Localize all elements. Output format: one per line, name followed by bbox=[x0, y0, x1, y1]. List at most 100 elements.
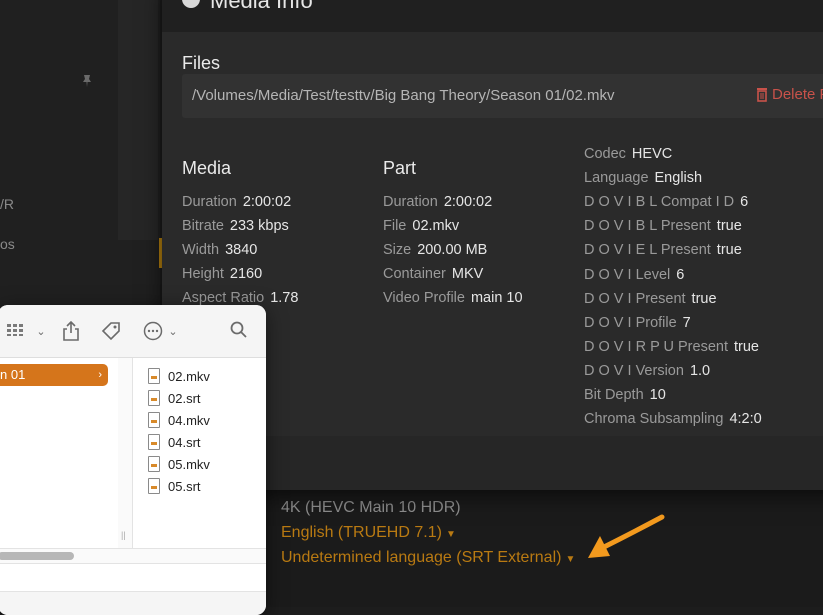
document-icon bbox=[148, 456, 160, 472]
file-item[interactable]: 04.mkv bbox=[148, 409, 210, 431]
file-item[interactable]: 02.srt bbox=[148, 387, 210, 409]
property-row: Container MKV bbox=[383, 266, 483, 282]
trash-icon bbox=[757, 88, 767, 102]
chevron-right-icon: › bbox=[98, 369, 102, 381]
property-row: Size 200.00 MB bbox=[383, 242, 487, 258]
subtitle-stream-select[interactable]: Undetermined language (SRT External) ▼ bbox=[281, 549, 575, 567]
property-value: 2:00:02 bbox=[242, 194, 292, 210]
property-row: Bit Depth 10 bbox=[584, 387, 666, 403]
property-key: Duration bbox=[182, 194, 237, 210]
property-row: D O V I B L Present true bbox=[584, 218, 742, 234]
property-value: 6 bbox=[676, 266, 685, 283]
property-row: Duration 2:00:02 bbox=[383, 194, 492, 210]
chevron-down-icon[interactable]: ⌄ bbox=[162, 321, 184, 343]
document-icon bbox=[148, 434, 160, 450]
subtitle-stream-label: Undetermined language (SRT External) bbox=[281, 549, 562, 566]
property-value: true bbox=[691, 290, 717, 307]
property-key: Aspect Ratio bbox=[182, 290, 265, 307]
sidebar-item-label[interactable]: /R bbox=[0, 196, 14, 212]
property-row: Codec HEVC bbox=[584, 146, 672, 162]
folder-item-label: n 01 bbox=[0, 367, 26, 382]
file-item[interactable]: 05.mkv bbox=[148, 453, 210, 475]
info-icon bbox=[182, 0, 200, 8]
scrollbar-thumb[interactable] bbox=[0, 552, 74, 560]
property-value: true bbox=[733, 338, 759, 355]
property-value: 1.0 bbox=[689, 362, 711, 379]
column-divider[interactable]: || bbox=[118, 358, 133, 548]
property-value: main 10 bbox=[470, 290, 523, 307]
file-name: 02.srt bbox=[168, 390, 201, 406]
share-icon[interactable] bbox=[60, 320, 82, 343]
property-row: D O V I B L Compat I D 6 bbox=[584, 194, 748, 210]
property-key: D O V I Level bbox=[584, 266, 671, 283]
file-item[interactable]: 05.srt bbox=[148, 475, 210, 497]
property-key: Codec bbox=[584, 146, 626, 162]
caret-down-icon: ▼ bbox=[445, 529, 456, 540]
property-value: 200.00 MB bbox=[417, 242, 488, 259]
resize-grip-icon[interactable]: || bbox=[121, 530, 126, 540]
delete-label: Delete F bbox=[772, 86, 823, 103]
property-value: 6 bbox=[740, 194, 749, 211]
property-key: D O V I Version bbox=[584, 362, 684, 379]
property-key: Bit Depth bbox=[584, 387, 644, 403]
view-grid-icon[interactable] bbox=[6, 321, 28, 343]
file-path-row: /Volumes/Media/Test/testtv/Big Bang Theo… bbox=[182, 74, 823, 118]
property-key: Duration bbox=[383, 194, 438, 210]
property-value: 02.mkv bbox=[412, 218, 460, 235]
property-key: D O V I R P U Present bbox=[584, 338, 728, 355]
horizontal-scrollbar[interactable] bbox=[0, 548, 266, 563]
property-value: 4:2:0 bbox=[729, 411, 762, 428]
video-stream-line: 4K (HEVC Main 10 HDR) bbox=[281, 499, 461, 516]
property-key: D O V I Present bbox=[584, 290, 686, 307]
property-value: 233 kbps bbox=[229, 218, 289, 235]
property-key: Language bbox=[584, 170, 649, 187]
property-value: MKV bbox=[451, 266, 484, 283]
finder-toolbar: ⌄ ⌄ bbox=[0, 305, 266, 358]
sidebar-item-label[interactable]: os bbox=[0, 236, 15, 252]
dialog-title: Media Info bbox=[210, 0, 313, 13]
tag-icon[interactable] bbox=[100, 321, 122, 343]
audio-stream-select[interactable]: English (TRUEHD 7.1) ▼ bbox=[281, 524, 456, 542]
file-item[interactable]: 02.mkv bbox=[148, 365, 210, 387]
file-item[interactable]: 04.srt bbox=[148, 431, 210, 453]
file-name: 04.mkv bbox=[168, 412, 210, 428]
chevron-down-icon[interactable]: ⌄ bbox=[30, 321, 52, 343]
property-row: Width 3840 bbox=[182, 242, 257, 258]
property-key: Chroma Subsampling bbox=[584, 411, 724, 428]
file-name: 02.mkv bbox=[168, 368, 210, 384]
property-value: 3840 bbox=[225, 242, 258, 259]
pin-icon[interactable] bbox=[80, 74, 94, 88]
property-value: 2160 bbox=[229, 266, 263, 283]
more-actions-icon[interactable] bbox=[142, 321, 164, 343]
property-key: D O V I Profile bbox=[584, 314, 677, 331]
file-name: 04.srt bbox=[168, 434, 201, 450]
finder-window: ⌄ ⌄ n 01 › || 02.mkv 02.srt 04.mkv 04.sr… bbox=[0, 305, 266, 615]
property-key: D O V I E L Present bbox=[584, 242, 711, 259]
property-key: Height bbox=[182, 266, 224, 283]
property-row: Bitrate 233 kbps bbox=[182, 218, 289, 234]
property-row: Duration 2:00:02 bbox=[182, 194, 291, 210]
delete-file-button[interactable]: Delete F bbox=[756, 86, 823, 103]
property-row: D O V I E L Present true bbox=[584, 242, 742, 258]
caret-down-icon: ▼ bbox=[565, 554, 576, 565]
property-row: D O V I Present true bbox=[584, 291, 717, 307]
folder-item-selected[interactable]: n 01 › bbox=[0, 364, 108, 386]
property-key: File bbox=[383, 218, 407, 235]
part-heading: Part bbox=[383, 158, 417, 178]
property-value: English bbox=[654, 170, 703, 187]
property-key: Bitrate bbox=[182, 218, 224, 235]
audio-stream-label: English (TRUEHD 7.1) bbox=[281, 524, 442, 541]
annotation-arrow-icon bbox=[588, 514, 665, 558]
status-bar bbox=[0, 591, 266, 615]
search-icon[interactable] bbox=[228, 321, 250, 343]
sidebar-column bbox=[118, 0, 158, 240]
property-key: D O V I B L Compat I D bbox=[584, 194, 735, 211]
property-key: Container bbox=[383, 266, 446, 283]
property-key: D O V I B L Present bbox=[584, 218, 711, 235]
property-value: 1.78 bbox=[270, 290, 299, 307]
property-row: File 02.mkv bbox=[383, 218, 459, 234]
property-row: Language English bbox=[584, 170, 702, 186]
dialog-header: Media Info bbox=[162, 0, 823, 32]
property-value: true bbox=[716, 218, 742, 235]
property-row: D O V I Level 6 bbox=[584, 267, 684, 283]
